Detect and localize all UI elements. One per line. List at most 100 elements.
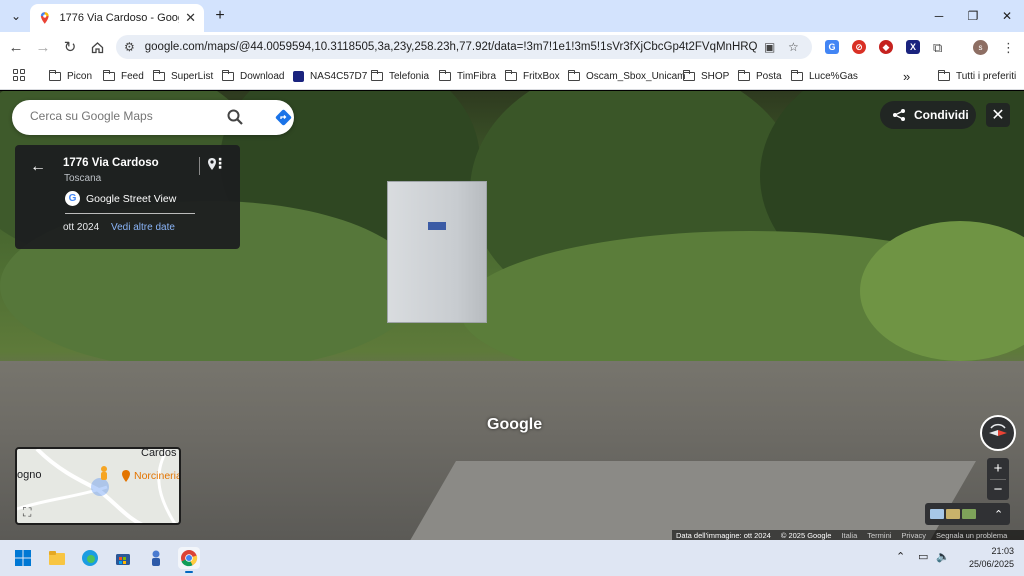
- extensions-puzzle-icon[interactable]: ⧉: [933, 40, 942, 56]
- folder-icon: [790, 69, 803, 81]
- street-view-source: G Google Street View: [65, 191, 176, 206]
- utility-cabinet: [387, 181, 487, 323]
- file-explorer-button[interactable]: [46, 547, 68, 569]
- reload-icon: ↻: [63, 39, 77, 56]
- street-view-info-card: ← 1776 Via Cardoso Toscana ⋮ G Google St…: [15, 145, 240, 249]
- all-bookmarks-label: Tutti i preferiti: [956, 70, 1017, 82]
- window-close-button[interactable]: ✕: [990, 0, 1024, 32]
- bookmark-timfibra[interactable]: TimFibra: [438, 68, 496, 84]
- site-info-icon[interactable]: ⚙: [124, 40, 135, 54]
- zoom-in-button[interactable]: +: [987, 458, 1009, 479]
- volume-icon[interactable]: 🔈: [936, 550, 950, 563]
- zoom-out-button[interactable]: −: [987, 479, 1009, 500]
- directions-icon[interactable]: [275, 109, 292, 126]
- bookmark-posta[interactable]: Posta: [737, 68, 782, 84]
- folder-icon: [221, 69, 234, 81]
- bookmark-fritxbox[interactable]: FritxBox: [504, 68, 560, 84]
- back-button[interactable]: ←: [5, 36, 27, 58]
- bookmark-feed[interactable]: Feed: [102, 68, 144, 84]
- layers-control[interactable]: ⌃: [925, 503, 1010, 525]
- divider: [199, 157, 200, 175]
- terms-link[interactable]: Termini: [867, 531, 891, 540]
- compass-icon: [989, 423, 1007, 436]
- reload-button[interactable]: ↻: [59, 36, 81, 58]
- store-button[interactable]: [112, 547, 134, 569]
- folder-icon: [504, 69, 517, 81]
- image-date: Data dell'immagine: ott 2024: [676, 530, 771, 540]
- apps-grid-icon[interactable]: [13, 69, 25, 81]
- chrome-icon: [181, 550, 198, 567]
- kebab-menu-icon[interactable]: ⋮: [1002, 40, 1015, 56]
- bookmark-download[interactable]: Download: [221, 68, 284, 84]
- restore-button[interactable]: ❐: [956, 0, 990, 32]
- minimap[interactable]: Cardos ogno Norcineria Ba ⛶: [15, 447, 181, 525]
- report-problem-link[interactable]: Segnala un problema: [936, 531, 1007, 540]
- share-label: Condividi: [914, 108, 969, 122]
- compass-button[interactable]: [980, 415, 1016, 451]
- search-input[interactable]: [30, 109, 226, 123]
- bookmark-picon[interactable]: Picon: [48, 68, 92, 84]
- profile-avatar[interactable]: s: [973, 40, 988, 55]
- fullscreen-icon[interactable]: ⛶: [23, 505, 37, 519]
- browser-tab-active[interactable]: 1776 Via Cardoso - Google Maps ✕: [30, 4, 204, 32]
- chevron-up-icon[interactable]: ⌃: [994, 508, 1003, 521]
- app-icon: [152, 550, 160, 566]
- plus-icon: +: [215, 7, 225, 24]
- maps-search-box[interactable]: [12, 100, 294, 135]
- clock-date: 25/06/2025: [968, 559, 1014, 569]
- bookmark-oscam[interactable]: Oscam_Sbox_Unicam: [567, 68, 686, 84]
- network-icon[interactable]: ▭: [918, 550, 928, 563]
- tab-search-button[interactable]: ⌄: [6, 6, 26, 26]
- close-street-view-button[interactable]: ✕: [986, 103, 1010, 127]
- url-text[interactable]: google.com/maps/@44.0059594,10.3118505,3…: [145, 41, 757, 53]
- tray-chevron-up-icon[interactable]: ⌃: [896, 550, 905, 563]
- folder-icon: [370, 69, 383, 81]
- minimap-roads: [17, 449, 177, 523]
- see-more-dates-link[interactable]: Vedi altre date: [111, 222, 175, 233]
- forward-button[interactable]: →: [32, 36, 54, 58]
- folder-icon: [48, 69, 61, 81]
- address-bar[interactable]: ⚙ google.com/maps/@44.0059594,10.3118505…: [116, 35, 812, 59]
- minimap-poi-label[interactable]: Norcineria Ba: [134, 470, 179, 482]
- install-app-icon[interactable]: ▣: [764, 40, 775, 54]
- share-button[interactable]: Condividi: [880, 101, 976, 129]
- home-button[interactable]: [86, 36, 108, 58]
- bookmark-label: Posta: [756, 70, 782, 82]
- back-arrow-icon[interactable]: ←: [30, 158, 46, 176]
- divider: [990, 479, 1006, 480]
- all-bookmarks[interactable]: Tutti i preferiti: [937, 68, 1017, 84]
- extension-red-icon[interactable]: ⊘: [852, 40, 866, 54]
- app-button[interactable]: [145, 547, 167, 569]
- minimize-button[interactable]: ─: [922, 0, 956, 32]
- edge-button[interactable]: [79, 547, 101, 569]
- place-region: Toscana: [64, 173, 102, 184]
- bookmark-nas[interactable]: NAS4C57D7: [293, 68, 367, 84]
- country-link[interactable]: Italia: [841, 531, 857, 540]
- search-icon[interactable]: [226, 108, 244, 126]
- nas-icon: [293, 70, 304, 82]
- minimap-label: Cardos: [141, 447, 177, 459]
- store-icon: [116, 554, 130, 565]
- bookmark-telefonia[interactable]: Telefonia: [370, 68, 429, 84]
- system-clock[interactable]: 21:03 25/06/2025: [958, 545, 1014, 571]
- bookmarks-overflow-button[interactable]: »: [903, 68, 910, 84]
- bookmark-shop[interactable]: SHOP: [682, 68, 729, 84]
- more-options-icon[interactable]: ⋮: [213, 155, 227, 172]
- bookmark-label: Oscam_Sbox_Unicam: [586, 70, 686, 82]
- extension-shield-icon[interactable]: ◆: [879, 40, 893, 54]
- layer-thumbnail[interactable]: [930, 509, 944, 519]
- layer-thumbnail[interactable]: [962, 509, 976, 519]
- start-button[interactable]: [12, 547, 34, 569]
- poi-pin-icon[interactable]: [120, 469, 132, 483]
- google-translate-extension-icon[interactable]: G: [825, 40, 839, 54]
- extension-x-icon[interactable]: X: [906, 40, 920, 54]
- bookmark-luce-gas[interactable]: Luce%Gas: [790, 68, 858, 84]
- chrome-button[interactable]: [178, 547, 200, 573]
- privacy-link[interactable]: Privacy: [901, 531, 926, 540]
- bookmark-superlist[interactable]: SuperList: [152, 68, 213, 84]
- tab-close-icon[interactable]: ✕: [185, 10, 196, 26]
- windows-taskbar: ⌃ ▭ 🔈 21:03 25/06/2025: [0, 540, 1024, 576]
- new-tab-button[interactable]: +: [210, 6, 230, 26]
- bookmark-star-icon[interactable]: ☆: [788, 40, 799, 54]
- layer-thumbnail[interactable]: [946, 509, 960, 519]
